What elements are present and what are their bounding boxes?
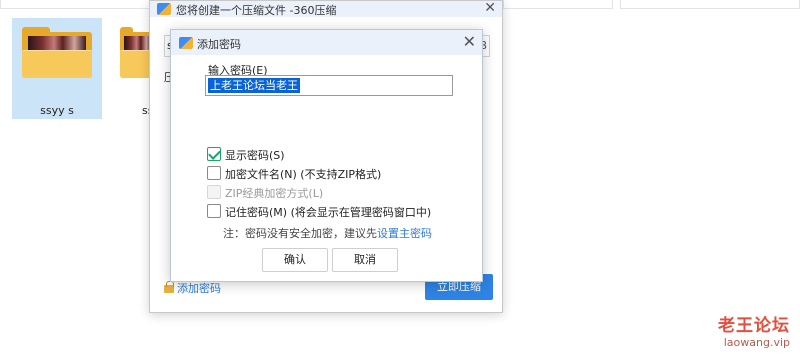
dialog-titlebar: 添加密码 ✕ xyxy=(171,30,482,55)
checkbox-checked-icon[interactable] xyxy=(207,147,221,161)
close-icon[interactable]: ✕ xyxy=(484,0,496,16)
folder-icon xyxy=(22,27,92,78)
dialog-title: 添加密码 xyxy=(197,38,241,51)
cancel-button[interactable]: 取消 xyxy=(332,248,398,272)
checkbox-icon[interactable] xyxy=(207,204,221,218)
app-icon xyxy=(157,3,171,15)
explorer-strip-left xyxy=(0,0,150,9)
checkbox-disabled-icon xyxy=(207,185,221,199)
folder-icon xyxy=(120,27,152,78)
window-titlebar: 您将创建一个压缩文件 -360压缩 ✕ xyxy=(150,0,502,17)
lock-icon xyxy=(164,281,174,293)
app-icon xyxy=(179,37,193,49)
password-input[interactable]: 上老王论坛当老王 xyxy=(205,75,453,96)
folder-item-partial[interactable]: ss xyxy=(112,18,153,119)
zip-classic-encryption-label: ZIP经典加密方式(L) xyxy=(225,187,324,200)
checkbox-icon[interactable] xyxy=(207,166,221,180)
explorer-strip-middle xyxy=(503,0,613,9)
security-note: 注：密码没有安全加密，建议先设置主密码 xyxy=(223,225,432,241)
note-text: 注：密码没有安全加密，建议先 xyxy=(223,227,377,240)
add-password-dialog: 添加密码 ✕ 输入密码(E) 上老王论坛当老王 显示密码(S) 加密文件名(N)… xyxy=(170,29,483,282)
encrypt-filenames-label: 加密文件名(N) (不支持ZIP格式) xyxy=(225,168,382,181)
watermark-name: 老王论坛 xyxy=(718,316,790,336)
set-master-password-link[interactable]: 设置主密码 xyxy=(377,227,432,240)
show-password-label: 显示密码(S) xyxy=(225,149,285,162)
ok-button[interactable]: 确认 xyxy=(262,248,328,272)
folder-label: ssyy s xyxy=(40,104,74,117)
watermark: 老王论坛 laowang.vip xyxy=(718,316,790,350)
watermark-url: laowang.vip xyxy=(723,336,790,349)
add-password-link[interactable]: 添加密码 xyxy=(164,280,221,296)
window-title: 您将创建一个压缩文件 -360压缩 xyxy=(176,4,337,17)
close-icon[interactable]: ✕ xyxy=(463,33,476,51)
password-value: 上老王论坛当老王 xyxy=(208,78,300,93)
explorer-strip-right xyxy=(620,0,800,9)
folder-item-ssyy[interactable]: ssyy s xyxy=(12,18,102,119)
remember-password-label: 记住密码(M) (将会显示在管理密码窗口中) xyxy=(225,206,432,219)
add-password-label: 添加密码 xyxy=(177,282,221,295)
